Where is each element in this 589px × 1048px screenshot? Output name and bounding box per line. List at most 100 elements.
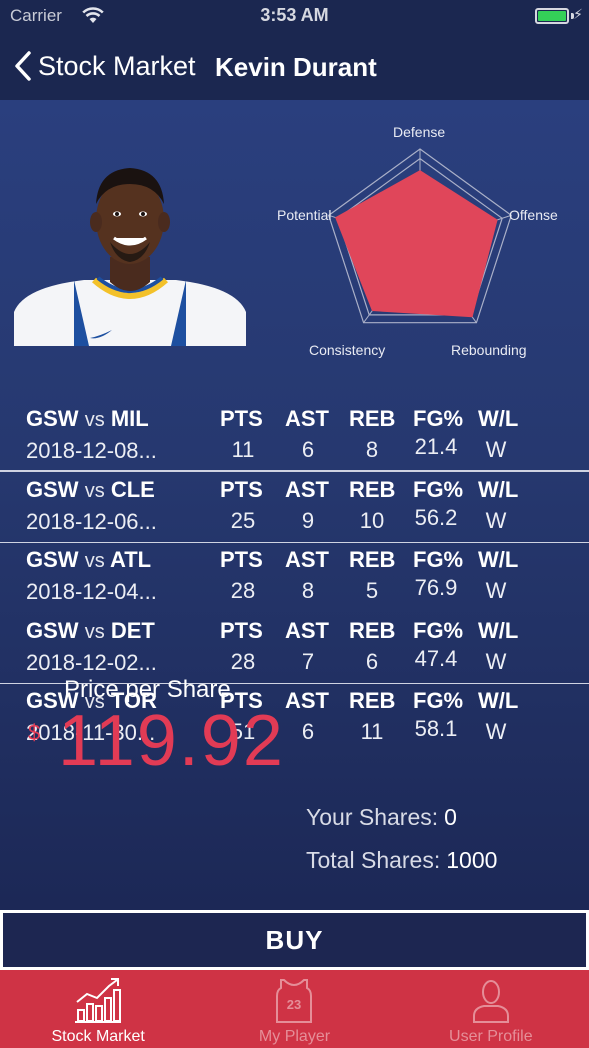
ast-value: 6: [301, 719, 315, 744]
game-date: 2018-12-06...: [26, 508, 157, 534]
reb-value: 8: [365, 437, 379, 462]
radar-value-shape: [335, 170, 498, 318]
reb-value: 10: [359, 507, 385, 533]
game-date: 2018-12-08...: [26, 438, 157, 463]
reb-header: REB: [349, 617, 396, 643]
wl-header: W/L: [478, 688, 519, 713]
fg-value: 21.4: [414, 434, 458, 459]
fg-value: 56.2: [414, 504, 458, 530]
reb-header: REB: [349, 406, 396, 431]
reb-value: 11: [360, 719, 384, 744]
player-photo: [14, 168, 246, 346]
status-bar: Carrier 3:53 AM ⚡: [0, 0, 589, 32]
battery-charging-icon: [535, 8, 569, 24]
game-date: 2018-12-04...: [26, 579, 157, 604]
matchup: GSW vs MIL: [26, 406, 149, 431]
player-detail: Defense Offense Rebounding Consistency P…: [0, 100, 589, 910]
reb-header: REB: [349, 547, 396, 572]
ast-value: 9: [301, 507, 315, 533]
wl-value: W: [485, 507, 507, 533]
ast-header: AST: [285, 406, 329, 431]
game-row: GSW vs CLE 2018-12-06... PTS AST REB FG%…: [0, 471, 589, 542]
tab-bar: Stock Market 23 My Player User Profile: [0, 970, 589, 1048]
wl-value: W: [485, 648, 507, 674]
back-button[interactable]: Stock Market: [12, 50, 196, 82]
radar-label-defense: Defense: [393, 124, 446, 140]
buy-button[interactable]: BUY: [3, 913, 586, 967]
total-shares: Total Shares: 1000: [306, 847, 497, 874]
wl-header: W/L: [478, 476, 519, 502]
row-divider: [0, 542, 589, 543]
pts-header: PTS: [220, 476, 263, 502]
fg-value: 58.1: [414, 716, 458, 741]
wl-value: W: [485, 719, 507, 744]
reb-header: REB: [349, 688, 396, 713]
charging-bolt-icon: ⚡: [573, 6, 583, 22]
game-date: 2018-12-02...: [26, 649, 157, 675]
page-title: Kevin Durant: [215, 52, 377, 82]
radar-label-consistency: Consistency: [309, 342, 386, 358]
reb-header: REB: [349, 476, 396, 502]
tab-user-profile[interactable]: User Profile: [393, 970, 589, 1048]
total-shares-value: 1000: [446, 847, 498, 873]
game-row: GSW vs ATL 2018-12-04... PTS AST REB FG%…: [0, 541, 589, 612]
wl-header: W/L: [478, 406, 519, 431]
matchup: GSW vs ATL: [26, 547, 152, 572]
tab-label: My Player: [258, 1028, 331, 1045]
tab-label: User Profile: [449, 1028, 533, 1045]
pts-header: PTS: [220, 406, 263, 431]
matchup: GSW vs CLE: [26, 476, 155, 502]
fg-header: FG%: [413, 617, 464, 643]
svg-text:23: 23: [287, 997, 301, 1012]
reb-value: 6: [365, 648, 379, 674]
wl-value: W: [485, 578, 507, 603]
pts-value: 25: [230, 507, 256, 533]
ast-header: AST: [285, 617, 329, 643]
your-shares-label: Your Shares:: [306, 804, 439, 830]
fg-value: 47.4: [414, 645, 458, 671]
your-shares: Your Shares: 0: [306, 804, 457, 831]
navigation-bar: Stock Market Kevin Durant: [0, 32, 589, 100]
radar-label-rebounding: Rebounding: [451, 342, 527, 358]
game-row: GSW vs DET 2018-12-02... PTS AST REB FG%…: [0, 612, 589, 683]
ast-header: AST: [285, 688, 329, 713]
your-shares-value: 0: [444, 804, 457, 830]
fg-header: FG%: [413, 406, 464, 431]
ast-value: 6: [301, 437, 315, 462]
pts-header: PTS: [220, 617, 263, 643]
radar-label-potential: Potential: [277, 207, 332, 223]
jersey-icon: 23: [276, 979, 313, 1023]
share-price: 119.92: [58, 701, 285, 781]
user-icon: [472, 980, 509, 1023]
tab-label: Stock Market: [51, 1028, 145, 1045]
buy-button-frame: BUY: [0, 910, 589, 970]
currency-symbol: $: [28, 720, 41, 745]
fg-header: FG%: [413, 547, 464, 572]
bar-chart-icon: [75, 978, 122, 1023]
chevron-left-icon: [15, 51, 31, 81]
reb-value: 5: [365, 578, 379, 603]
pts-value: 11: [231, 437, 255, 462]
fg-header: FG%: [413, 688, 464, 713]
clock: 3:53 AM: [260, 5, 329, 25]
ast-value: 8: [301, 578, 315, 603]
attribute-radar-chart: Defense Offense Rebounding Consistency P…: [270, 120, 570, 385]
game-row: GSW vs MIL 2018-12-08... PTS AST REB FG%…: [0, 400, 589, 471]
row-divider: [0, 471, 589, 472]
pts-value: 28: [230, 578, 256, 603]
matchup: GSW vs DET: [26, 617, 155, 643]
total-shares-label: Total Shares:: [306, 847, 441, 873]
ast-value: 7: [301, 648, 315, 674]
fg-header: FG%: [413, 476, 464, 502]
back-button-label: Stock Market: [38, 50, 196, 81]
tab-my-player[interactable]: 23 My Player: [196, 970, 392, 1048]
pts-value: 28: [230, 648, 256, 674]
pts-header: PTS: [220, 547, 263, 572]
tab-stock-market[interactable]: Stock Market: [0, 970, 196, 1048]
radar-label-offense: Offense: [509, 207, 558, 223]
ast-header: AST: [285, 476, 329, 502]
wl-value: W: [485, 437, 507, 462]
ast-header: AST: [285, 547, 329, 572]
fg-value: 76.9: [414, 575, 458, 600]
wl-header: W/L: [478, 617, 519, 643]
